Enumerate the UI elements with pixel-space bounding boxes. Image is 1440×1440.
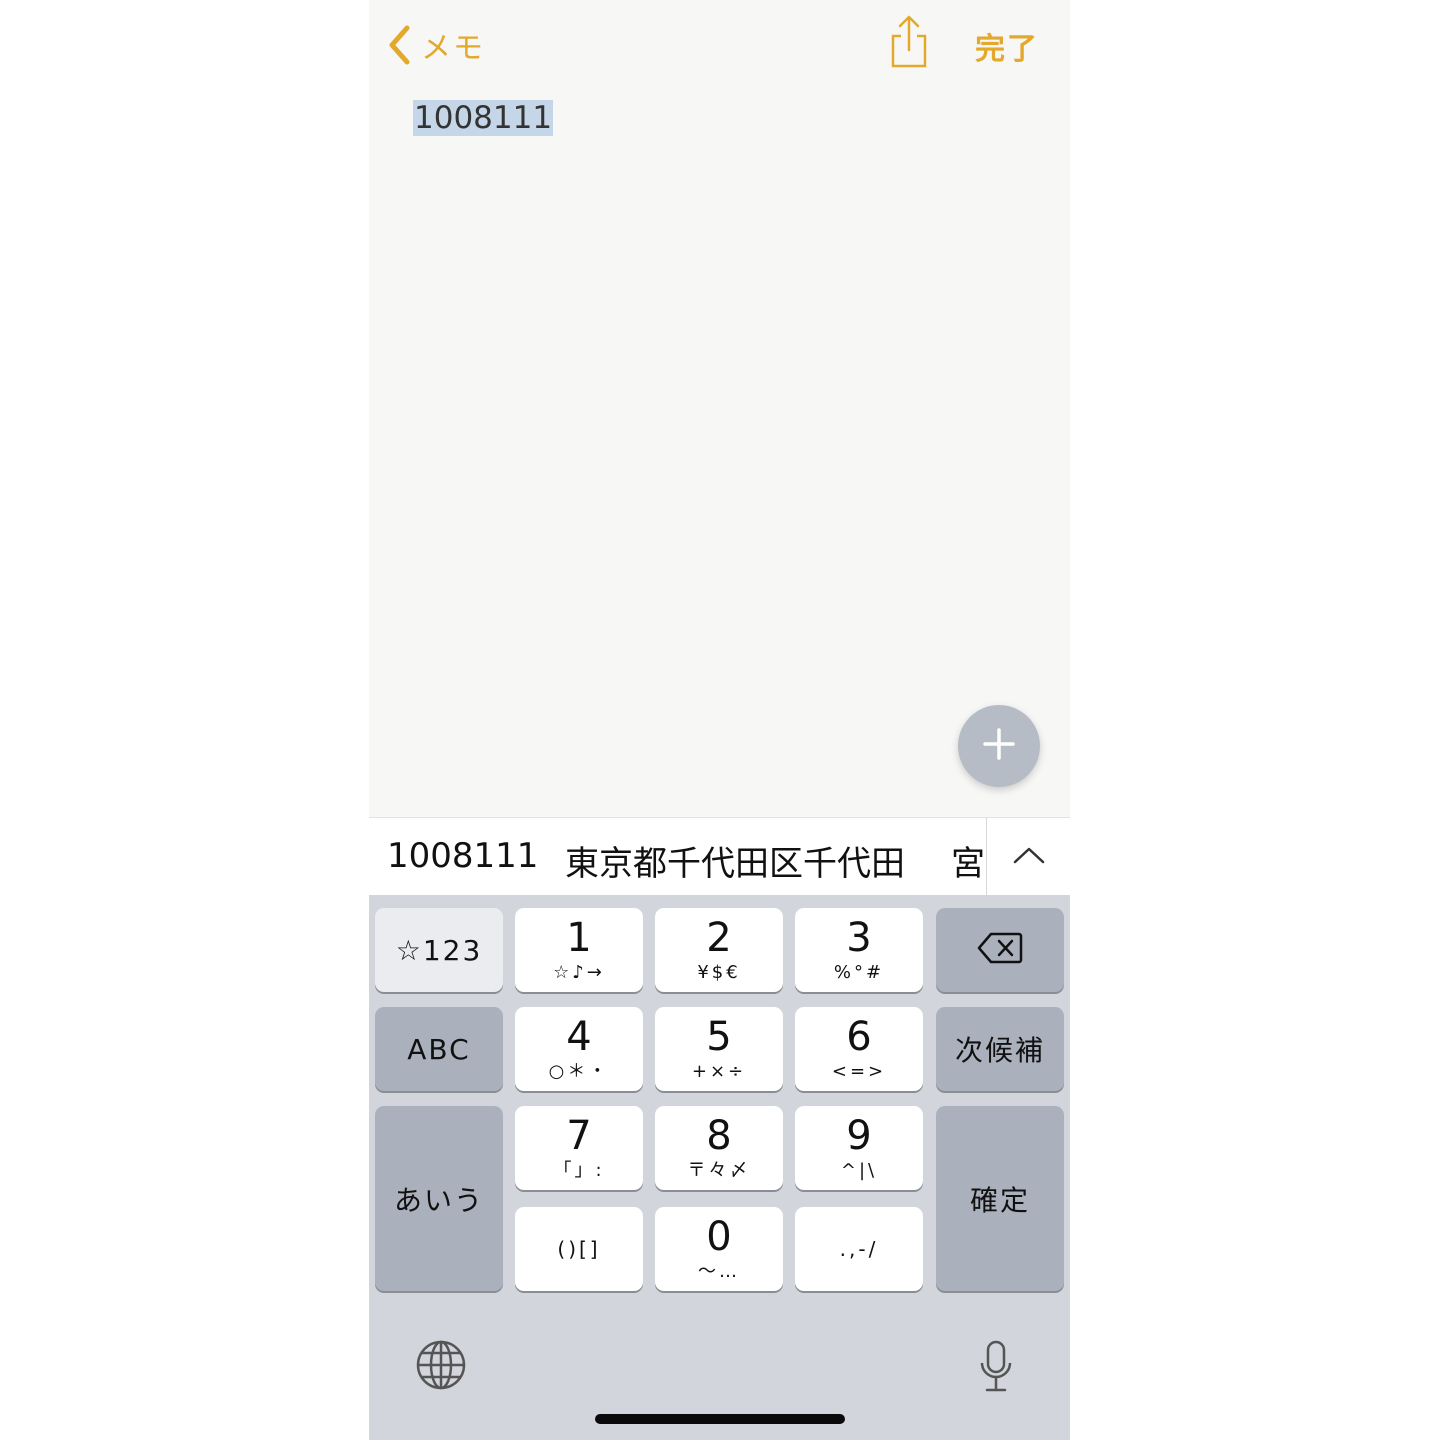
key-sub: +×÷ (691, 1061, 747, 1082)
note-body[interactable]: 1008111 (413, 100, 554, 136)
next-candidate-key[interactable]: 次候補 (936, 1007, 1064, 1091)
key-main: 8 (706, 1113, 732, 1159)
key-sub: ○＊・ (548, 1061, 610, 1082)
notes-screen: メモ 完了 1008111 1008111 東京都千代田区千代田 宮 ☆123 … (369, 0, 1070, 1440)
suggestion-item[interactable]: 宮 (951, 836, 985, 885)
key-main: 6 (846, 1014, 872, 1060)
globe-icon (415, 1340, 467, 1395)
key-1[interactable]: 1 ☆♪→ (515, 908, 643, 992)
home-indicator[interactable] (595, 1414, 845, 1424)
key-label: 次候補 (954, 1034, 1045, 1067)
key-4[interactable]: 4 ○＊・ (515, 1007, 643, 1091)
key-sub: %°# (833, 962, 885, 983)
key-7[interactable]: 7 「」: (515, 1106, 643, 1190)
key-main: 0 (706, 1214, 732, 1260)
key-sub: ☆♪→ (553, 962, 605, 983)
key-brackets[interactable]: ()[] (515, 1207, 643, 1291)
confirm-key[interactable]: 確定 (936, 1106, 1064, 1291)
plus-icon (982, 727, 1016, 765)
done-button[interactable]: 完了 (975, 24, 1039, 68)
dictation-button[interactable] (978, 1339, 1014, 1395)
key-label: ABC (407, 1032, 471, 1066)
key-punctuation[interactable]: .,-/ (795, 1207, 923, 1291)
chevron-left-icon (387, 25, 411, 65)
key-main: 2 (706, 915, 732, 961)
key-sub: ¥$€ (697, 962, 741, 983)
suggestion-item[interactable]: 東京都千代田区千代田 (565, 836, 905, 885)
globe-button[interactable] (415, 1339, 467, 1391)
key-sub: <=> (831, 1061, 887, 1082)
add-button[interactable] (958, 705, 1040, 787)
delete-key[interactable] (936, 908, 1064, 992)
share-icon (887, 15, 931, 74)
key-sub: 「」: (553, 1160, 605, 1181)
key-sub: 〜… (698, 1261, 740, 1282)
hiragana-key[interactable]: あいう (375, 1106, 503, 1291)
key-main: 5 (706, 1014, 732, 1060)
key-2[interactable]: 2 ¥$€ (655, 908, 783, 992)
microphone-icon (978, 1340, 1014, 1399)
key-main: 3 (846, 915, 872, 961)
key-sub: 〒々〆 (687, 1160, 751, 1181)
back-button[interactable]: メモ (387, 20, 485, 70)
symbols-key[interactable]: ☆123 (375, 908, 503, 992)
key-main: 1 (566, 915, 592, 961)
key-5[interactable]: 5 +×÷ (655, 1007, 783, 1091)
expand-suggestions-button[interactable] (987, 818, 1070, 896)
suggestion-item[interactable]: 1008111 (387, 836, 538, 876)
keyboard: ☆123 ABC あいう 1 ☆♪→ 2 ¥$€ 3 %°# 4 ○＊・ 5 +… (369, 895, 1070, 1440)
key-0[interactable]: 0 〜… (655, 1207, 783, 1291)
selected-text[interactable]: 1008111 (413, 100, 554, 136)
key-label: 確定 (969, 1183, 1030, 1217)
key-3[interactable]: 3 %°# (795, 908, 923, 992)
suggestion-bar: 1008111 東京都千代田区千代田 宮 (369, 817, 1070, 896)
key-main: 4 (566, 1014, 592, 1060)
key-9[interactable]: 9 ^|\ (795, 1106, 923, 1190)
abc-key[interactable]: ABC (375, 1007, 503, 1091)
backspace-icon (977, 932, 1023, 968)
chevron-up-icon (1013, 845, 1045, 869)
key-sub: ()[] (557, 1237, 601, 1261)
key-8[interactable]: 8 〒々〆 (655, 1106, 783, 1190)
key-main: 9 (846, 1113, 872, 1159)
back-label: メモ (421, 31, 485, 66)
key-sub: .,-/ (839, 1237, 879, 1261)
key-main: 7 (566, 1113, 592, 1159)
key-sub: ^|\ (840, 1160, 878, 1181)
key-6[interactable]: 6 <=> (795, 1007, 923, 1091)
key-label: あいう (393, 1183, 484, 1217)
key-label: ☆123 (395, 933, 483, 967)
share-button[interactable] (887, 14, 931, 70)
